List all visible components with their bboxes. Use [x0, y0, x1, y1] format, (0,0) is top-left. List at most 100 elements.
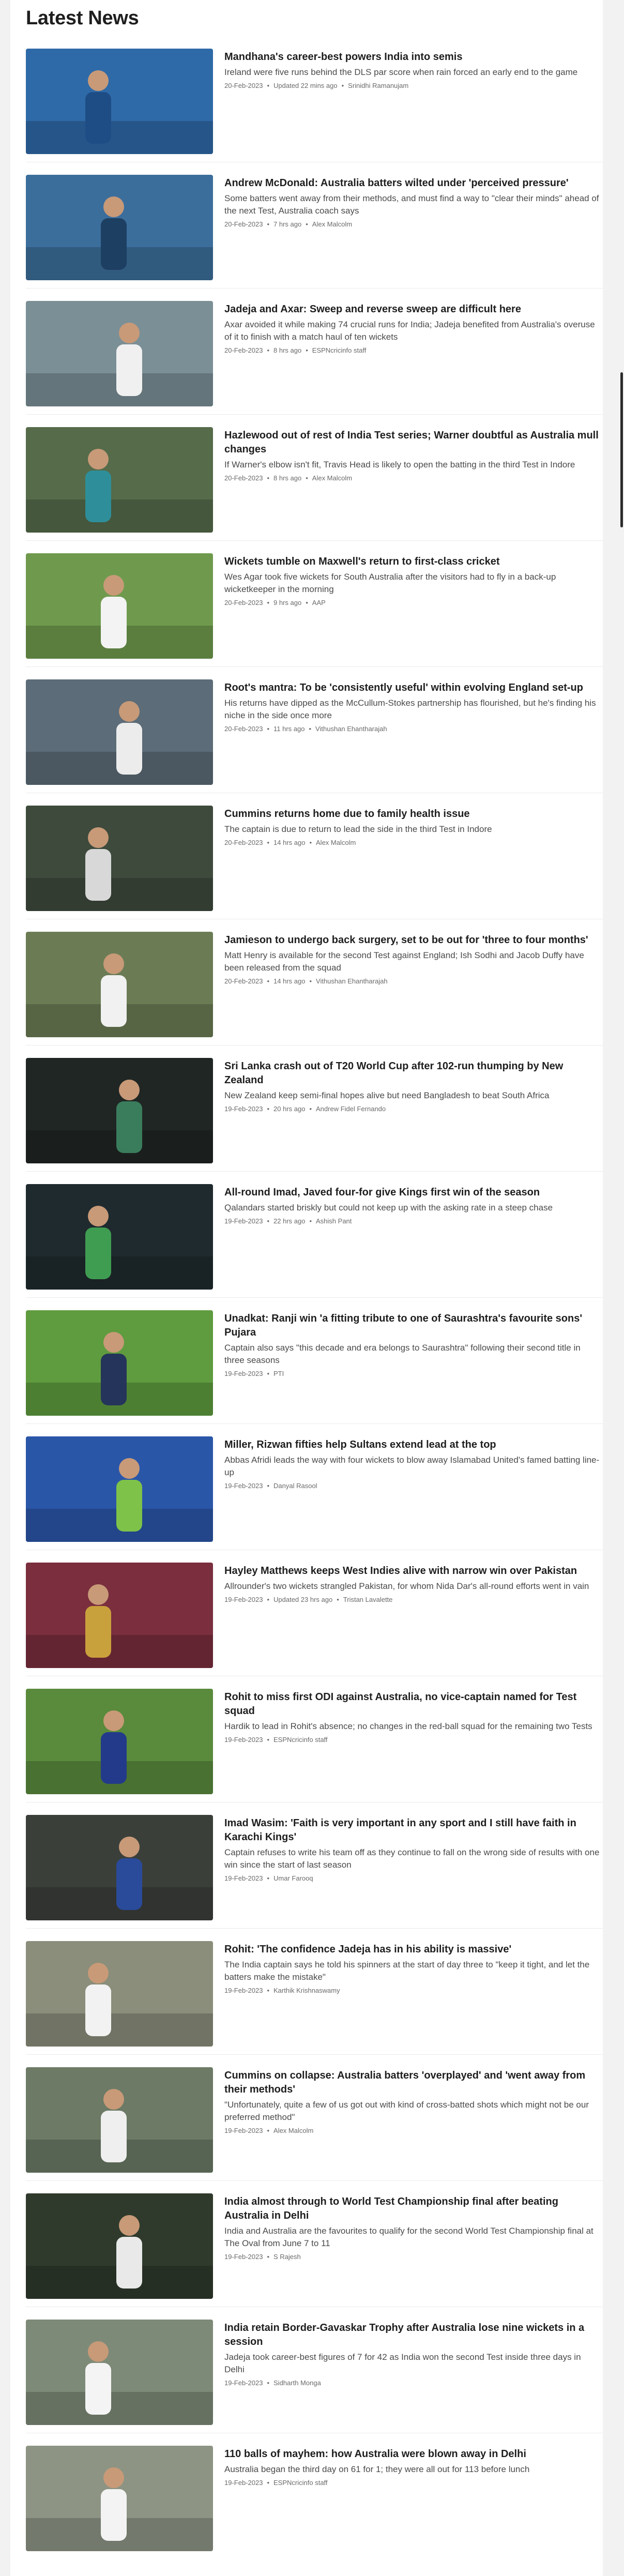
news-author[interactable]: Sidharth Monga: [273, 2379, 321, 2387]
press-conference-icon[interactable]: [26, 175, 213, 280]
players-on-field-icon[interactable]: [26, 1310, 213, 1416]
news-title[interactable]: 110 balls of mayhem: how Australia were …: [224, 2447, 603, 2461]
news-author[interactable]: Alex Malcolm: [312, 220, 352, 228]
news-item[interactable]: Miller, Rizwan fifties help Sultans exte…: [26, 1424, 603, 1550]
news-summary: Some batters went away from their method…: [224, 193, 599, 216]
news-author[interactable]: ESPNcricinfo staff: [273, 2479, 328, 2487]
news-item[interactable]: Cummins on collapse: Australia batters '…: [26, 2055, 603, 2181]
news-author[interactable]: Danyal Rasool: [273, 1482, 317, 1490]
news-author[interactable]: Alex Malcolm: [316, 839, 356, 846]
news-author[interactable]: Vithushan Ehantharajah: [316, 977, 388, 985]
news-title[interactable]: Cummins returns home due to family healt…: [224, 807, 603, 821]
news-author[interactable]: AAP: [312, 599, 326, 607]
bowler-portrait-icon[interactable]: [26, 932, 213, 1037]
news-title[interactable]: Jamieson to undergo back surgery, set to…: [224, 933, 603, 947]
meta-separator: •: [309, 725, 312, 733]
bowler-appeal-icon[interactable]: [26, 2320, 213, 2425]
page-title: Latest News: [26, 7, 139, 29]
news-title[interactable]: Rohit: 'The confidence Jadeja has in his…: [224, 1943, 603, 1957]
news-author[interactable]: Andrew Fidel Fernando: [316, 1105, 386, 1113]
news-author[interactable]: Karthik Krishnaswamy: [273, 1987, 340, 1994]
fielders-run-icon[interactable]: [26, 2446, 213, 2551]
news-author[interactable]: Alex Malcolm: [273, 2127, 313, 2134]
news-title[interactable]: Unadkat: Ranji win 'a fitting tribute to…: [224, 1312, 603, 1340]
news-author[interactable]: Ashish Pant: [316, 1217, 352, 1225]
scrollbar-track[interactable]: [619, 0, 624, 2576]
news-item[interactable]: Rohit: 'The confidence Jadeja has in his…: [26, 1929, 603, 2055]
news-title[interactable]: Root's mantra: To be 'consistently usefu…: [224, 681, 603, 695]
news-title[interactable]: India retain Border-Gavaskar Trophy afte…: [224, 2321, 603, 2349]
news-item[interactable]: Mandhana's career-best powers India into…: [26, 36, 603, 162]
news-title[interactable]: Sri Lanka crash out of T20 World Cup aft…: [224, 1059, 603, 1087]
meta-separator: •: [267, 1217, 270, 1225]
fielder-diving-icon[interactable]: [26, 1689, 213, 1794]
meta-separator: •: [267, 2479, 270, 2487]
news-content: Hayley Matthews keeps West Indies alive …: [224, 1563, 603, 1603]
news-item[interactable]: India almost through to World Test Champ…: [26, 2181, 603, 2307]
captain-portrait-icon[interactable]: [26, 1815, 213, 1920]
news-title[interactable]: Hazlewood out of rest of India Test seri…: [224, 429, 603, 457]
news-item[interactable]: Sri Lanka crash out of T20 World Cup aft…: [26, 1045, 603, 1172]
batter-green-kit-icon[interactable]: [26, 1184, 213, 1290]
news-item[interactable]: All-round Imad, Javed four-for give King…: [26, 1172, 603, 1298]
news-summary: Hardik to lead in Rohit's absence; no ch…: [224, 1721, 592, 1731]
news-title[interactable]: Rohit to miss first ODI against Australi…: [224, 1690, 603, 1718]
news-author[interactable]: Umar Farooq: [273, 1874, 313, 1882]
news-item[interactable]: India retain Border-Gavaskar Trophy afte…: [26, 2307, 603, 2433]
news-author[interactable]: Vithushan Ehantharajah: [315, 725, 387, 733]
news-item[interactable]: Imad Wasim: 'Faith is very important in …: [26, 1802, 603, 1929]
news-author[interactable]: Alex Malcolm: [312, 474, 352, 482]
players-embrace-icon[interactable]: [26, 301, 213, 406]
batter-blue-kit-icon[interactable]: [26, 49, 213, 154]
news-item[interactable]: Hazlewood out of rest of India Test seri…: [26, 415, 603, 541]
news-item[interactable]: Jamieson to undergo back surgery, set to…: [26, 919, 603, 1045]
two-players-talking-icon[interactable]: [26, 427, 213, 533]
news-title[interactable]: Cummins on collapse: Australia batters '…: [224, 2069, 603, 2097]
news-title[interactable]: All-round Imad, Javed four-for give King…: [224, 1186, 603, 1200]
players-celebrate-icon[interactable]: [26, 1941, 213, 2047]
news-author[interactable]: S Rajesh: [273, 2253, 301, 2261]
captain-green-cap-icon[interactable]: [26, 806, 213, 911]
news-item[interactable]: Andrew McDonald: Australia batters wilte…: [26, 162, 603, 289]
news-title[interactable]: Hayley Matthews keeps West Indies alive …: [224, 1564, 603, 1578]
news-author[interactable]: ESPNcricinfo staff: [312, 346, 367, 354]
scrollbar-thumb[interactable]: [620, 372, 623, 527]
news-item[interactable]: Rohit to miss first ODI against Australi…: [26, 1676, 603, 1802]
news-summary: Ireland were five runs behind the DLS pa…: [224, 67, 578, 77]
news-list: Mandhana's career-best powers India into…: [26, 36, 603, 2559]
meta-separator: •: [267, 346, 270, 354]
news-item[interactable]: Jadeja and Axar: Sweep and reverse sweep…: [26, 289, 603, 415]
meta-separator: •: [267, 2379, 270, 2387]
news-content: Wickets tumble on Maxwell's return to fi…: [224, 553, 603, 607]
news-item[interactable]: Root's mantra: To be 'consistently usefu…: [26, 667, 603, 793]
news-meta: 20-Feb-2023 • 14 hrs ago • Vithushan Ehantha…: [224, 977, 603, 985]
meta-separator: •: [267, 839, 270, 846]
news-item[interactable]: Wickets tumble on Maxwell's return to fi…: [26, 541, 603, 667]
news-item[interactable]: 110 balls of mayhem: how Australia were …: [26, 2433, 603, 2559]
news-author[interactable]: ESPNcricinfo staff: [273, 1736, 328, 1744]
batter-celebrating-icon[interactable]: [26, 679, 213, 785]
meta-separator: •: [306, 220, 308, 228]
news-title[interactable]: India almost through to World Test Champ…: [224, 2195, 603, 2223]
news-title[interactable]: Miller, Rizwan fifties help Sultans exte…: [224, 1438, 603, 1452]
news-title[interactable]: Wickets tumble on Maxwell's return to fi…: [224, 555, 603, 569]
news-author[interactable]: Tristan Lavalette: [343, 1596, 393, 1603]
batters-night-icon[interactable]: [26, 1058, 213, 1163]
news-summary: The India captain says he told his spinn…: [224, 1960, 590, 1982]
batter-pepsi-board-icon[interactable]: [26, 1436, 213, 1542]
news-title[interactable]: Andrew McDonald: Australia batters wilte…: [224, 176, 603, 190]
news-author[interactable]: Srinidhi Ramanujam: [348, 82, 408, 89]
batter-whites-icon[interactable]: [26, 553, 213, 659]
team-huddle-icon[interactable]: [26, 1563, 213, 1668]
news-summary: Captain also says "this decade and era b…: [224, 1343, 581, 1365]
news-title[interactable]: Jadeja and Axar: Sweep and reverse sweep…: [224, 302, 603, 316]
news-item[interactable]: Hayley Matthews keeps West Indies alive …: [26, 1550, 603, 1676]
players-walk-off-icon[interactable]: [26, 2193, 213, 2299]
batter-stadium-icon[interactable]: [26, 2067, 213, 2173]
news-item[interactable]: Unadkat: Ranji win 'a fitting tribute to…: [26, 1298, 603, 1424]
news-title[interactable]: Mandhana's career-best powers India into…: [224, 50, 603, 64]
news-author[interactable]: PTI: [273, 1370, 284, 1377]
news-meta: 19-Feb-2023 • Karthik Krishnaswamy: [224, 1987, 603, 1994]
news-title[interactable]: Imad Wasim: 'Faith is very important in …: [224, 1816, 603, 1844]
news-item[interactable]: Cummins returns home due to family healt…: [26, 793, 603, 919]
